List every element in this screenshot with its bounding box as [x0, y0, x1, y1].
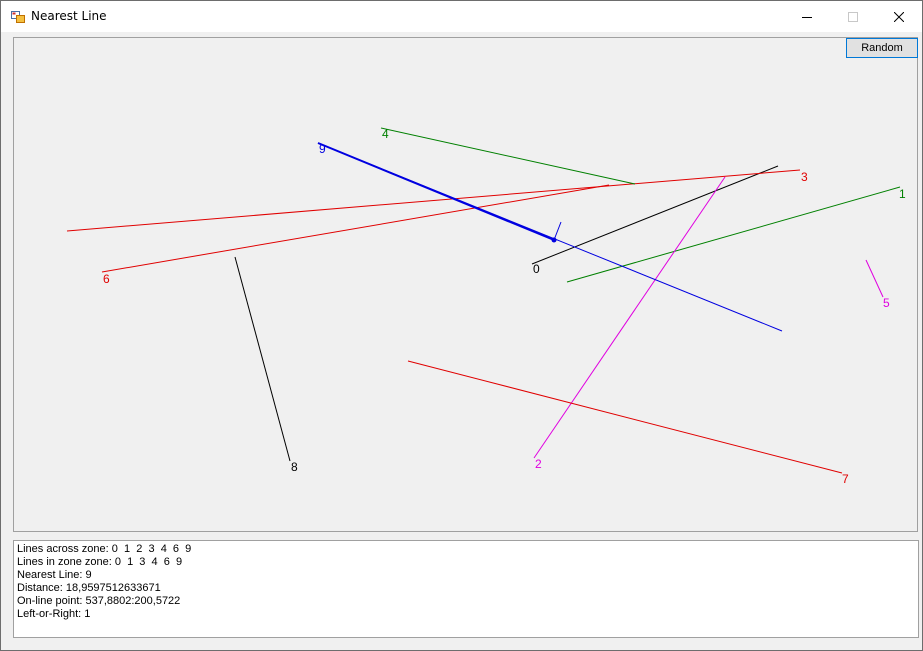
- close-button[interactable]: [876, 1, 922, 32]
- distance-text: Distance: 18,9597512633671: [17, 582, 161, 594]
- online-point-text: On-line point: 537,8802:200,5722: [17, 595, 181, 607]
- line-label-8: 8: [291, 460, 298, 474]
- lines-plot: 0123456789: [66, 127, 906, 486]
- line-label-3: 3: [801, 170, 808, 184]
- line-5: [865, 259, 884, 298]
- line-label-0: 0: [533, 262, 540, 276]
- line-label-4: 4: [382, 127, 389, 141]
- online-point-marker: [551, 237, 557, 243]
- title-bar[interactable]: Nearest Line: [1, 1, 922, 32]
- window-title: Nearest Line: [31, 9, 107, 23]
- info-panel: Lines across zone: 0 1 2 3 4 6 9 Lines i…: [13, 540, 919, 638]
- nearest-line-text: Nearest Line: 9: [17, 569, 92, 581]
- app-window: Nearest Line 0123456789 Random Lines acr…: [0, 0, 923, 651]
- left-or-right-text: Left-or-Right: 1: [17, 608, 91, 620]
- line-6: [101, 184, 610, 273]
- line-label-6: 6: [103, 272, 110, 286]
- line-2: [533, 176, 726, 459]
- distance-segment: [553, 221, 562, 241]
- nearest-line-highlight: [317, 142, 555, 241]
- app-icon: [11, 9, 25, 23]
- random-button[interactable]: Random: [846, 38, 918, 58]
- close-icon: [894, 11, 904, 22]
- line-label-2: 2: [535, 457, 542, 471]
- maximize-button[interactable]: [830, 1, 876, 32]
- lines-in-zone-text: Lines in zone zone: 0 1 3 4 6 9: [17, 556, 183, 568]
- line-0: [531, 165, 779, 265]
- minimize-button[interactable]: [784, 1, 830, 32]
- line-label-5: 5: [883, 296, 890, 310]
- line-7: [407, 360, 843, 474]
- line-4: [380, 127, 636, 185]
- line-8: [234, 256, 291, 462]
- line-1: [566, 186, 901, 283]
- drawing-canvas[interactable]: 0123456789: [13, 37, 918, 532]
- maximize-icon: [848, 11, 858, 22]
- line-label-7: 7: [842, 472, 849, 486]
- line-label-1: 1: [899, 187, 906, 201]
- lines-across-zone-text: Lines across zone: 0 1 2 3 4 6 9: [17, 543, 192, 555]
- minimize-icon: [802, 16, 812, 18]
